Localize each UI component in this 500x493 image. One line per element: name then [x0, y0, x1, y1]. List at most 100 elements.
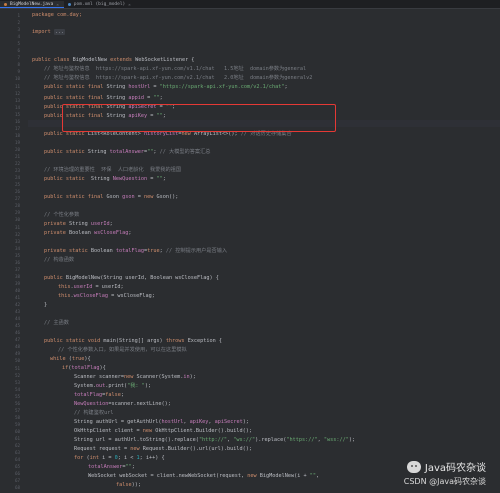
token: WebSocketListener { — [135, 57, 195, 63]
code-line-22: public static final Gson gson = new Gson… — [44, 194, 178, 201]
line-number: 51 — [14, 365, 20, 371]
line-number: 1 — [17, 13, 20, 18]
token: System. — [74, 383, 96, 389]
token: wsCloseFlag — [73, 293, 108, 299]
code-line-53: WebSocket webSocket = client.newWebSocke… — [88, 473, 319, 480]
token: ).replace( — [255, 437, 287, 443]
token: userId — [73, 284, 93, 290]
code-line-44: totalFlag=false; — [74, 392, 124, 399]
token: ; — [159, 95, 163, 101]
token: extends — [110, 57, 136, 63]
code-line-43: System.out.print("我: "); — [74, 383, 151, 390]
package-statement: package com.day; — [32, 12, 82, 18]
token: public static final — [44, 84, 107, 90]
tab-label: BigModelNew.java — [10, 1, 54, 7]
tab-pom-xml[interactable]: pom.xml (big_model) ✕ — [64, 1, 136, 8]
line-number: 62 — [14, 443, 20, 449]
line-number: 47 — [14, 337, 20, 343]
code-line-17: public static String totalAnswer=""; // … — [44, 149, 210, 156]
code-line-48: OkHttpClient client = new OkHttpClient.B… — [74, 428, 252, 435]
line-number: 67 — [14, 478, 20, 484]
line-number: 58 — [14, 414, 20, 420]
line-number: 26 — [14, 189, 20, 195]
line-number: 6 — [17, 48, 20, 54]
token: int — [89, 455, 103, 461]
code-line-7: public class BigModelNew extends WebSock… — [32, 57, 194, 64]
token: public static — [44, 149, 88, 155]
line-number: 18 — [14, 132, 20, 138]
line-number: 42 — [14, 302, 20, 308]
token: apiKey — [189, 419, 209, 425]
line-number: 33 — [14, 238, 20, 244]
token: "我: " — [127, 383, 145, 389]
line-number: 43 — [14, 309, 20, 315]
token: Request.Builder().url(url).build(); — [142, 446, 253, 452]
close-tab-icon[interactable]: ✕ — [56, 1, 58, 8]
token: String url = authUrl.toString().replace( — [74, 437, 199, 443]
code-line-15: public static List<RoleContent> historyL… — [44, 131, 292, 138]
line-number: 30 — [14, 217, 20, 223]
line-number: 37 — [14, 266, 20, 272]
token: Request request = — [74, 446, 131, 452]
token: totalFlag — [74, 392, 103, 398]
line-number: 52 — [14, 372, 20, 378]
token: i = — [102, 455, 115, 461]
token: totalAnswer — [88, 464, 123, 470]
token: Gson(); — [156, 194, 179, 200]
line-number: 61 — [14, 436, 20, 441]
code-line-47: String authUrl = getAuthUrl(hostUrl, api… — [74, 419, 249, 426]
code-editor[interactable]: package com.day; import ... public class… — [28, 9, 500, 493]
line-number: 31 — [14, 224, 20, 230]
line-number: 39 — [14, 280, 20, 286]
line-number: 9 — [17, 69, 20, 75]
token: = — [134, 194, 144, 200]
line-number: 25 — [14, 182, 20, 188]
token: "ws://" — [233, 437, 256, 443]
close-tab-icon[interactable]: ✕ — [128, 1, 130, 8]
code-line-32: this.userId = userId; — [58, 284, 124, 291]
red-highlight-box — [62, 104, 336, 132]
line-number: 63 — [14, 450, 20, 456]
line-number: 19 — [14, 139, 20, 145]
token: out — [95, 383, 106, 389]
line-number: 53 — [14, 379, 20, 385]
token: public static final — [44, 194, 107, 200]
token: "https://spark-api.xf-yun.com/v2.1/chat" — [159, 84, 285, 90]
token: false — [116, 482, 132, 488]
token: ; i < — [117, 455, 137, 461]
tab-label: pom.xml (big_model) — [73, 2, 126, 7]
token: for — [74, 455, 87, 461]
token: NewQuestion — [112, 176, 148, 182]
token: .print( — [105, 383, 128, 389]
code-line-39: // 个性化参数入口，如果是并发使用，可以在这里模拟 — [58, 347, 187, 353]
token: String authUrl = getAuthUrl( — [74, 419, 162, 425]
token: gson — [122, 194, 135, 200]
token: wsCloseFlag — [94, 230, 129, 236]
token: )); — [131, 482, 141, 488]
code-line-50: Request request = new Request.Builder().… — [74, 446, 252, 453]
line-number: 46 — [14, 330, 20, 336]
token: new — [143, 194, 157, 200]
code-line-26: private Boolean wsCloseFlag; — [44, 230, 131, 237]
watermark-subtitle: CSDN @Java码农杂谈 — [403, 477, 486, 486]
code-line-52: totalAnswer=""; — [88, 464, 135, 471]
token: private — [44, 230, 69, 236]
folded-imports[interactable]: ... — [53, 29, 66, 35]
xml-file-icon — [67, 3, 71, 6]
token: while — [50, 356, 69, 362]
token: ){ — [84, 356, 91, 362]
line-number: 36 — [14, 259, 20, 265]
token: = — [143, 95, 154, 101]
code-line-51: for (int i = 0; i < 1; i++) { — [74, 455, 165, 462]
code-line-38: public static void main(String[] args) t… — [44, 338, 222, 345]
code-line-29: // 构造函数 — [44, 257, 75, 263]
token: ); — [144, 383, 152, 389]
code-line-24: // 个性化参数 — [44, 212, 80, 218]
import-keyword: import — [32, 29, 51, 35]
code-line-42: Scanner scanner=new Scanner(System.in); — [74, 374, 196, 381]
token: = userId; — [92, 284, 124, 290]
token: ; — [109, 221, 113, 227]
code-line-3: import ... — [32, 29, 66, 36]
token: Exception { — [187, 338, 223, 344]
tab-bigmodelnew-java[interactable]: BigModelNew.java ✕ — [0, 1, 64, 8]
